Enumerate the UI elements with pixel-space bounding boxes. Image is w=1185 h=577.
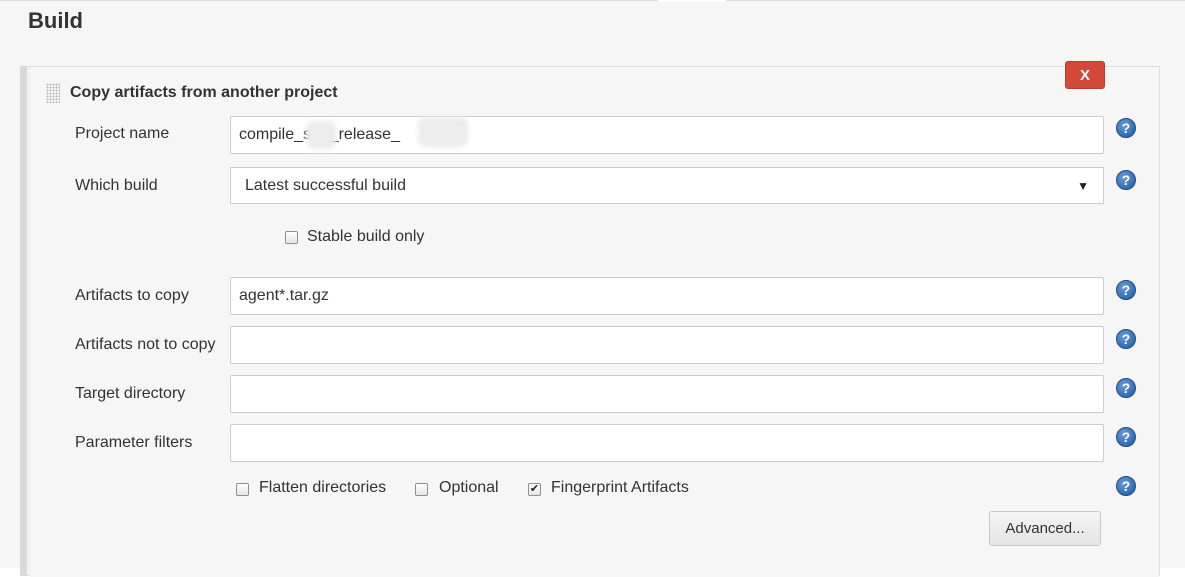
artifacts-not-to-copy-label: Artifacts not to copy <box>75 336 216 353</box>
parameter-filters-label: Parameter filters <box>75 434 193 451</box>
artifacts-to-copy-input[interactable]: agent*.tar.gz <box>230 277 1104 315</box>
section-title: Build <box>28 8 83 33</box>
artifacts-not-to-copy-input[interactable] <box>230 326 1104 364</box>
which-build-value: Latest successful build <box>245 176 406 194</box>
panel-left-bar <box>20 66 27 576</box>
project-name-label: Project name <box>75 125 170 142</box>
flatten-directories-label: Flatten directories <box>259 479 387 496</box>
help-icon[interactable]: ? <box>1116 378 1136 398</box>
chevron-down-icon: ▼ <box>1077 178 1089 193</box>
help-icon[interactable]: ? <box>1116 329 1136 349</box>
help-icon[interactable]: ? <box>1116 170 1136 190</box>
delete-step-button[interactable]: X <box>1065 61 1105 89</box>
checkmark-icon: ✔ <box>529 483 540 495</box>
fingerprint-artifacts-checkbox[interactable]: ✔ <box>528 483 541 496</box>
target-directory-label: Target directory <box>75 385 186 402</box>
drag-handle-icon[interactable] <box>46 83 60 103</box>
stable-build-only-label: Stable build only <box>307 228 425 245</box>
redaction-blob <box>306 121 336 149</box>
help-icon[interactable]: ? <box>1116 280 1136 300</box>
advanced-button[interactable]: Advanced... <box>989 511 1101 546</box>
redaction-blob <box>418 117 468 147</box>
optional-checkbox[interactable] <box>415 483 428 496</box>
which-build-label: Which build <box>75 177 158 194</box>
parameter-filters-input[interactable] <box>230 424 1104 462</box>
target-directory-input[interactable] <box>230 375 1104 413</box>
artifacts-to-copy-value: agent*.tar.gz <box>239 287 329 304</box>
step-title: Copy artifacts from another project <box>70 84 338 101</box>
help-icon[interactable]: ? <box>1116 118 1136 138</box>
flatten-directories-checkbox[interactable] <box>236 483 249 496</box>
fingerprint-artifacts-label: Fingerprint Artifacts <box>551 479 689 496</box>
stable-build-only-checkbox[interactable] <box>285 231 298 244</box>
help-icon[interactable]: ? <box>1116 476 1136 496</box>
artifacts-to-copy-label: Artifacts to copy <box>75 287 189 304</box>
help-icon[interactable]: ? <box>1116 427 1136 447</box>
optional-label: Optional <box>439 479 499 496</box>
top-notch <box>658 0 726 2</box>
which-build-select[interactable]: Latest successful build ▼ <box>230 167 1104 204</box>
project-name-input[interactable]: compile_s er_release_ <box>230 116 1104 154</box>
